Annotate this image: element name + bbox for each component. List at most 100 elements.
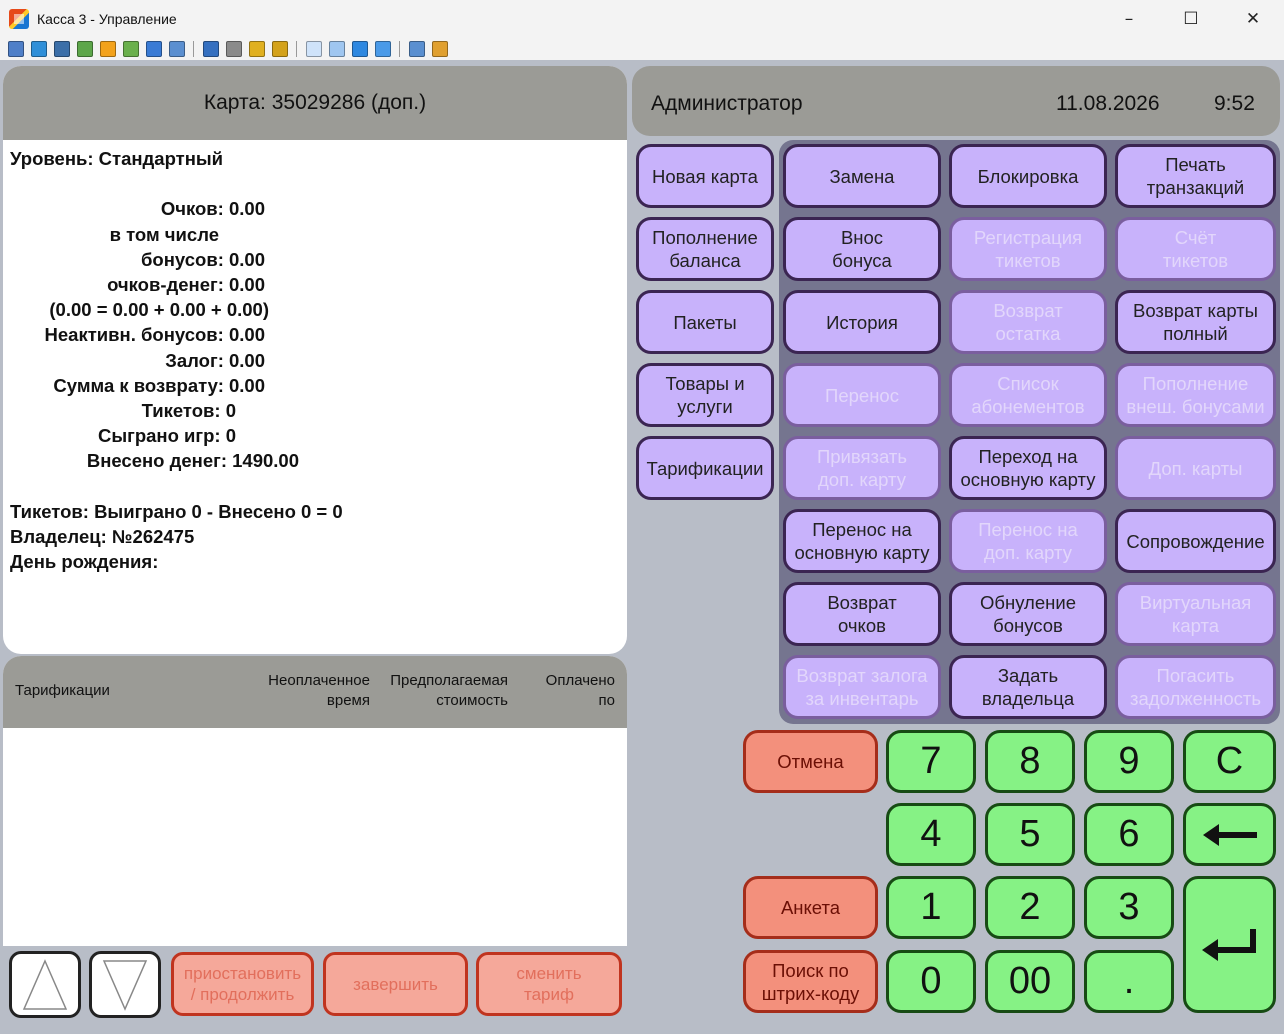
key-3[interactable]: 3	[1084, 876, 1174, 939]
toolbar-separator	[193, 41, 194, 57]
up-arrow-icon	[22, 958, 68, 1010]
coin-icon[interactable]	[99, 41, 116, 57]
card-details: Уровень: Стандартный Очков: 0.00 в том ч…	[3, 140, 627, 580]
current-time: 9:52	[1214, 92, 1255, 115]
tariff-table-body[interactable]	[3, 728, 627, 946]
add-bonus-button[interactable]: Внос бонуса	[783, 217, 941, 281]
close-button[interactable]: ✕	[1222, 0, 1284, 38]
gear-blue-icon[interactable]	[374, 41, 391, 57]
fullscreen-icon[interactable]	[328, 41, 345, 57]
col-paid-until: Оплачено по	[545, 672, 615, 709]
phone-icon[interactable]	[145, 41, 162, 57]
tariff-panel: Тарификации Неоплаченное время Предполага…	[3, 656, 627, 946]
col-unpaid-time: Неоплаченное время	[268, 672, 370, 709]
toolbar	[0, 38, 1284, 60]
finish-button[interactable]: завершить	[323, 952, 468, 1016]
set-owner-button[interactable]: Задать владельца	[949, 655, 1107, 719]
col-expected-cost: Предполагаемая стоимость	[390, 672, 508, 709]
scroll-down-button[interactable]	[89, 951, 161, 1018]
card-refund-sum: Сумма к возврату: 0.00	[53, 374, 265, 396]
go-to-main-card-button[interactable]: Переход на основную карту	[949, 436, 1107, 500]
enter-arrow-icon	[1201, 928, 1256, 961]
current-date: 11.08.2026	[1056, 92, 1160, 115]
questionnaire-button[interactable]: Анкета	[743, 876, 878, 939]
key-5[interactable]: 5	[985, 803, 1075, 866]
subscriptions-button: Список абонементов	[949, 363, 1107, 427]
monitor-icon[interactable]	[7, 41, 24, 57]
upload-icon[interactable]	[202, 41, 219, 57]
sync-arrows-icon[interactable]	[76, 41, 93, 57]
key-dot[interactable]: .	[1084, 950, 1174, 1013]
transfer-button: Перенос	[783, 363, 941, 427]
key-2[interactable]: 2	[985, 876, 1075, 939]
move-to-main-card-button[interactable]: Перенос на основную карту	[783, 509, 941, 573]
down-arrow-icon	[102, 959, 148, 1011]
enter-button[interactable]	[1183, 876, 1276, 1013]
card-deposit: Залог: 0.00	[165, 349, 265, 371]
backspace-button[interactable]	[1183, 803, 1276, 866]
barcode-search-button[interactable]: Поиск по штрих-коду	[743, 950, 878, 1013]
topup-balance-button[interactable]: Пополнение баланса	[636, 217, 774, 281]
cancel-button[interactable]: Отмена	[743, 730, 878, 793]
move-to-additional-card-button: Перенос на доп. карту	[949, 509, 1107, 573]
key-clear[interactable]: C	[1183, 730, 1276, 793]
backspace-arrow-icon	[1202, 823, 1257, 846]
key-8[interactable]: 8	[985, 730, 1075, 793]
card-points: Очков: 0.00	[160, 198, 265, 220]
lock-icon[interactable]	[248, 41, 265, 57]
packages-button[interactable]: Пакеты	[636, 290, 774, 354]
change-tariff-button[interactable]: сменить тариф	[476, 952, 622, 1016]
key-4[interactable]: 4	[886, 803, 976, 866]
escort-button[interactable]: Сопровождение	[1115, 509, 1276, 573]
key-0[interactable]: 0	[886, 950, 976, 1013]
return-points-button[interactable]: Возврат очков	[783, 582, 941, 646]
card-inactive-bonuses: Неактивн. бонусов: 0.00	[44, 324, 265, 346]
print-transactions-button[interactable]: Печать транзакций	[1115, 144, 1276, 208]
window-icon[interactable]	[305, 41, 322, 57]
register-tickets-button: Регистрация тикетов	[949, 217, 1107, 281]
tariffs-button[interactable]: Тарификации	[636, 436, 774, 500]
return-rest-button: Возврат остатка	[949, 290, 1107, 354]
key-9[interactable]: 9	[1084, 730, 1174, 793]
count-tickets-button: Счёт тикетов	[1115, 217, 1276, 281]
key-7[interactable]: 7	[886, 730, 976, 793]
status-header: Администратор 11.08.2026 9:52	[632, 66, 1280, 136]
message-icon[interactable]	[168, 41, 185, 57]
pause-resume-button[interactable]: приостановить / продолжить	[171, 952, 314, 1016]
chat-icon[interactable]	[122, 41, 139, 57]
user-name: Администратор	[651, 92, 803, 115]
key-1[interactable]: 1	[886, 876, 976, 939]
unlock-icon[interactable]	[271, 41, 288, 57]
window-title: Касса 3 - Управление	[37, 11, 177, 27]
reset-bonuses-button[interactable]: Обнуление бонусов	[949, 582, 1107, 646]
tools-icon[interactable]	[431, 41, 448, 57]
scroll-up-button[interactable]	[9, 951, 81, 1018]
toolbar-separator	[399, 41, 400, 57]
virtual-card-button: Виртуальная карта	[1115, 582, 1276, 646]
minimize-button[interactable]: –	[1098, 0, 1160, 38]
card-formula: (0.00 = 0.00 + 0.00 + 0.00)	[49, 299, 269, 321]
card-bonuses: бонусов: 0.00	[141, 248, 265, 270]
card-tickets-summary: Тикетов: Выиграно 0 - Внесено 0 = 0	[10, 500, 343, 522]
full-card-return-button[interactable]: Возврат карты полный	[1115, 290, 1276, 354]
tariff-table-header: Тарификации Неоплаченное время Предполага…	[3, 656, 627, 728]
screen-icon[interactable]	[30, 41, 47, 57]
copy-icon[interactable]	[408, 41, 425, 57]
app-icon	[9, 9, 29, 29]
blue-square-icon[interactable]	[351, 41, 368, 57]
users-icon[interactable]	[225, 41, 242, 57]
key-00[interactable]: 00	[985, 950, 1075, 1013]
maximize-button[interactable]: ☐	[1160, 0, 1222, 38]
card-tickets: Тикетов: 0	[141, 399, 236, 421]
history-button[interactable]: История	[783, 290, 941, 354]
key-6[interactable]: 6	[1084, 803, 1174, 866]
replace-button[interactable]: Замена	[783, 144, 941, 208]
block-button[interactable]: Блокировка	[949, 144, 1107, 208]
card-money-deposited: Внесено денег: 1490.00	[86, 450, 299, 472]
terminal-icon[interactable]	[53, 41, 70, 57]
goods-services-button[interactable]: Товары и услуги	[636, 363, 774, 427]
col-tariffs: Тарификации	[15, 682, 110, 699]
return-inventory-deposit-button: Возврат залога за инвентарь	[783, 655, 941, 719]
card-info-panel: Карта: 35029286 (доп.) Уровень: Стандарт…	[3, 66, 627, 654]
new-card-button[interactable]: Новая карта	[636, 144, 774, 208]
